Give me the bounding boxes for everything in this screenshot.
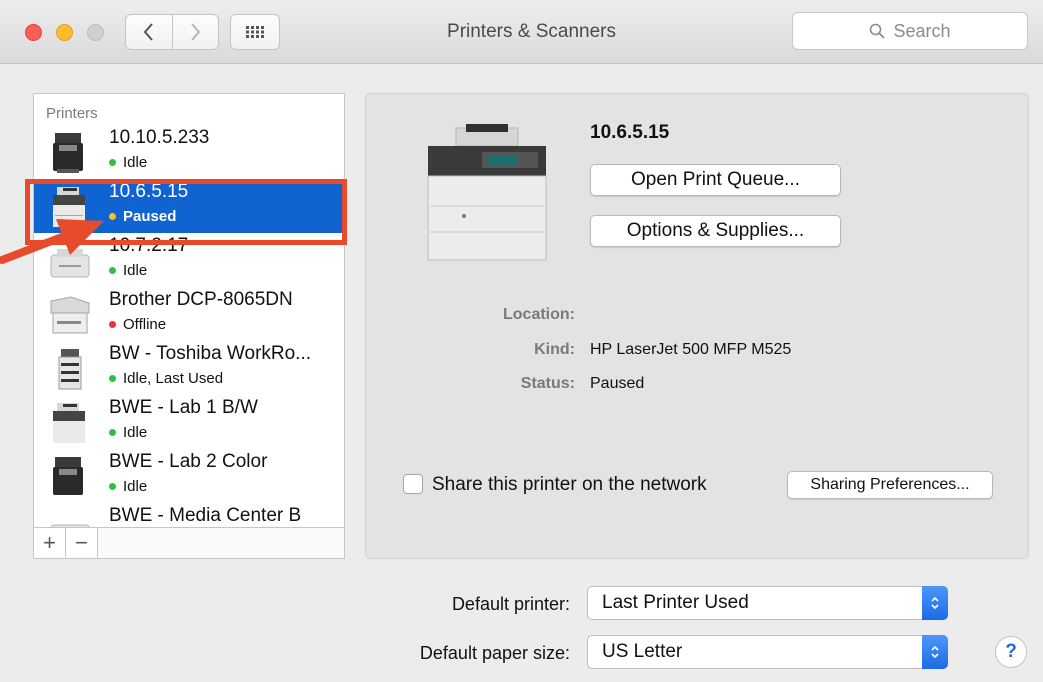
printer-status-text: Idle	[123, 424, 148, 441]
status-dot-icon	[109, 429, 116, 436]
printer-name: BWE - Lab 1 B/W	[109, 397, 258, 418]
mfp-dark-printer-icon	[53, 457, 83, 495]
printer-status: Idle	[109, 478, 147, 495]
printer-status: Idle	[109, 424, 147, 441]
default-printer-value: Last Printer Used	[602, 592, 749, 613]
printer-status-text: Idle, Last Used	[123, 370, 224, 387]
printer-item-brother-dcp-8065dn[interactable]: Brother DCP-8065DN Offline	[34, 287, 344, 341]
add-printer-button[interactable]: +	[34, 528, 66, 558]
status-value: Paused	[590, 375, 645, 392]
printer-name: 10.10.5.233	[109, 127, 210, 148]
printer-status: Idle	[109, 262, 147, 279]
printer-item-bwe-media-center[interactable]: BWE - Media Center B	[34, 503, 344, 527]
share-printer-checkbox[interactable]	[403, 474, 423, 494]
status-dot-icon	[109, 321, 116, 328]
updown-stepper-icon	[922, 635, 948, 669]
printer-name: BW - Toshiba WorkRo...	[109, 343, 312, 364]
kind-label: Kind:	[534, 341, 575, 358]
title-bar: Printers & Scanners Search	[0, 0, 1043, 64]
printer-status-text: Idle	[123, 154, 148, 171]
printer-item-bw-toshiba[interactable]: BW - Toshiba WorkRo... Idle, Last Used	[34, 341, 344, 395]
arrow-annotation-icon	[0, 219, 104, 264]
search-placeholder: Search	[893, 20, 951, 41]
printer-status: Offline	[109, 316, 166, 333]
brother-printer-icon	[50, 296, 90, 334]
printer-status: Idle, Last Used	[109, 370, 223, 387]
printer-list: Printers 10.10.5.233 Idle 10.6.5.15 Paus…	[33, 93, 345, 528]
copier-tower-icon	[58, 349, 82, 390]
status-dot-icon	[109, 267, 116, 274]
printer-status: Idle	[109, 154, 147, 171]
printer-item-10-10-5-233[interactable]: 10.10.5.233 Idle	[34, 125, 344, 179]
paper-size-select[interactable]: US Letter	[587, 635, 948, 669]
printer-name: Brother DCP-8065DN	[109, 289, 293, 310]
laser-printer-icon	[50, 524, 90, 527]
printer-status-text: Offline	[123, 316, 167, 333]
printer-item-bwe-lab-1[interactable]: BWE - Lab 1 B/W Idle	[34, 395, 344, 449]
status-dot-icon	[109, 159, 116, 166]
remove-printer-button[interactable]: −	[66, 528, 98, 558]
mfp-light-printer-icon	[53, 403, 85, 443]
share-printer-label[interactable]: Share this printer on the network	[432, 474, 707, 496]
printer-name: BWE - Lab 2 Color	[109, 451, 268, 472]
printer-list-header: Printers	[46, 105, 98, 122]
paper-size-label: Default paper size:	[419, 643, 570, 663]
options-supplies-button[interactable]: Options & Supplies...	[590, 215, 841, 247]
status-dot-icon	[109, 375, 116, 382]
updown-stepper-icon	[922, 586, 948, 620]
status-label: Status:	[520, 375, 575, 392]
default-printer-select[interactable]: Last Printer Used	[587, 586, 948, 620]
printer-detail-name: 10.6.5.15	[590, 122, 670, 143]
help-button[interactable]: ?	[995, 636, 1027, 668]
kind-value: HP LaserJet 500 MFP M525	[590, 341, 792, 358]
printer-status-text: Idle	[123, 262, 148, 279]
printer-name: BWE - Media Center B	[109, 505, 302, 526]
mfp-dark-printer-icon	[53, 133, 83, 173]
search-icon	[870, 23, 886, 39]
status-dot-icon	[109, 483, 116, 490]
printer-item-bwe-lab-2[interactable]: BWE - Lab 2 Color Idle	[34, 449, 344, 503]
paper-size-value: US Letter	[602, 641, 683, 662]
search-field[interactable]: Search	[792, 12, 1028, 50]
printer-status-text: Idle	[123, 478, 148, 495]
open-print-queue-button[interactable]: Open Print Queue...	[590, 164, 841, 196]
default-printer-label: Default printer:	[451, 594, 570, 614]
printer-large-icon	[427, 124, 547, 261]
location-label: Location:	[503, 306, 575, 323]
sharing-preferences-button[interactable]: Sharing Preferences...	[787, 471, 993, 499]
list-buttons: + −	[33, 528, 345, 559]
